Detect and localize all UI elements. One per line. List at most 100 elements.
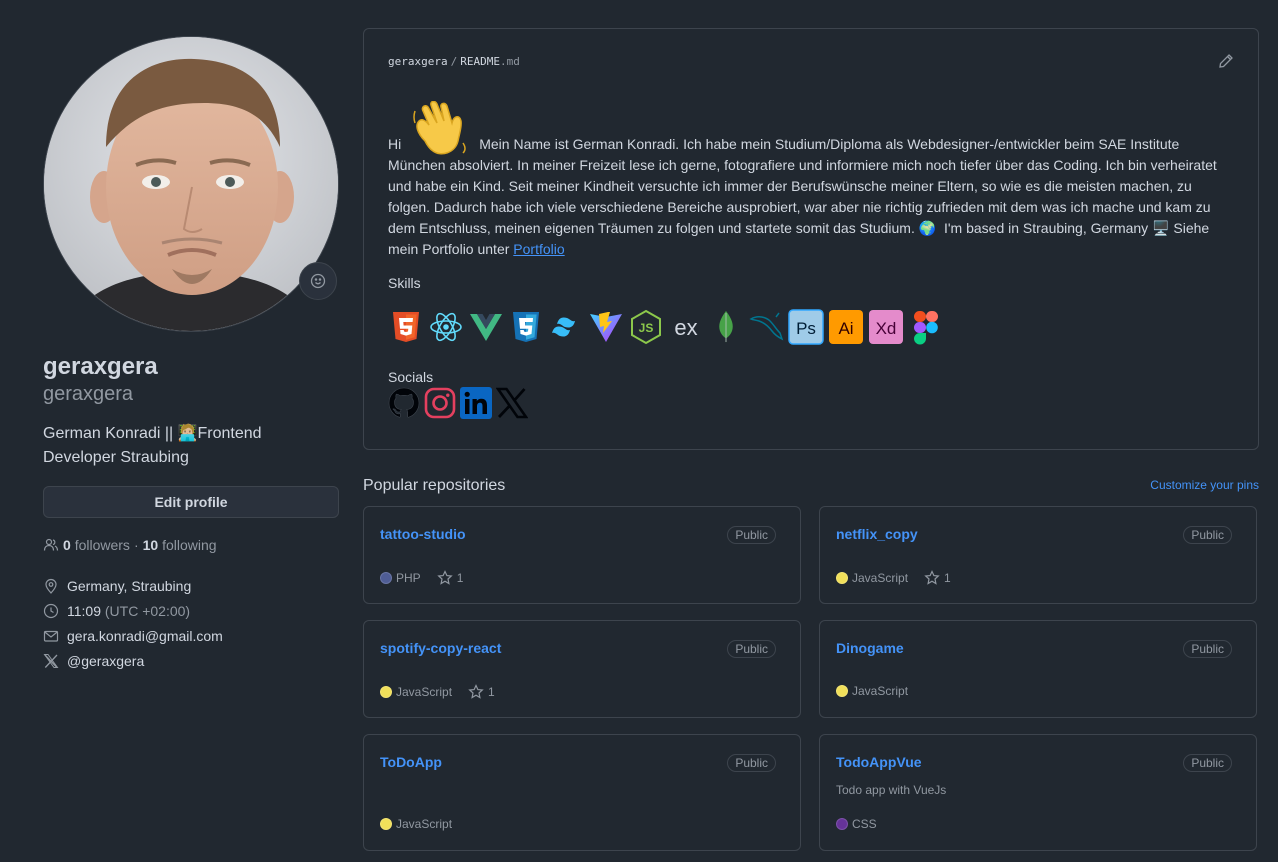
pencil-icon <box>1219 54 1233 68</box>
timezone: (UTC +02:00) <box>104 602 191 619</box>
edit-readme-button[interactable] <box>1218 53 1234 72</box>
profile-readme: geraxgera / README.md Hi Mein Name ist Germ… <box>363 28 1259 450</box>
location-item: Germany, Straubing <box>43 573 339 598</box>
repo-language: JavaScript <box>852 571 909 585</box>
vite-icon[interactable] <box>588 309 624 345</box>
computer-emoji: 🖥️ <box>1152 220 1170 236</box>
profile-fullname: geraxgera <box>43 353 158 380</box>
based-text: I'm based in Straubing, Germany <box>943 220 1149 236</box>
socials-heading: Socials <box>388 369 434 385</box>
clock-icon <box>43 603 59 619</box>
separator-dot: · <box>133 537 139 553</box>
repo-card: tattoo-studio Public PHP 1 <box>363 506 801 604</box>
repo-name-link[interactable]: ToDoApp <box>380 754 442 770</box>
location-text: Germany, Straubing <box>67 577 192 594</box>
skills-heading: Skills <box>388 275 421 291</box>
profile-bio: German Konradi || 🧑🏼‍💻Frontend Developer… <box>43 422 313 470</box>
visibility-badge: Public <box>727 640 776 658</box>
set-status-button[interactable] <box>299 262 337 300</box>
mysql-icon[interactable] <box>748 309 784 345</box>
illustrator-icon[interactable]: Ai <box>828 309 864 345</box>
edit-profile-button[interactable]: Edit profile <box>43 486 339 518</box>
star-count: 1 <box>488 685 495 699</box>
repo-stars-link[interactable]: 1 <box>436 570 464 586</box>
svg-text:JS: JS <box>639 321 654 335</box>
repo-name-link[interactable]: TodoAppVue <box>836 754 922 770</box>
repo-name-link[interactable]: tattoo-studio <box>380 526 466 542</box>
repo-card: Dinogame Public JavaScript <box>819 620 1257 718</box>
star-count: 1 <box>456 571 464 585</box>
repo-meta: JavaScript <box>380 817 452 831</box>
customize-pins-link[interactable]: Customize your pins <box>1150 478 1259 492</box>
following-link[interactable]: 10 following <box>143 537 217 553</box>
css3-icon[interactable] <box>508 309 544 345</box>
path-separator: / <box>450 55 458 68</box>
xd-icon[interactable]: Xd <box>868 309 904 345</box>
tailwind-icon[interactable] <box>548 309 584 345</box>
repo-name-link[interactable]: netflix_copy <box>836 526 918 542</box>
language-color-dot <box>836 818 848 830</box>
readme-intro: Hi Mein Name ist German Konradi. Ich habe… <box>388 99 1228 260</box>
repo-name-link[interactable]: Dinogame <box>836 640 904 656</box>
local-time: 11:09 <box>67 602 101 619</box>
portfolio-link[interactable]: Portfolio <box>513 241 564 257</box>
star-icon <box>924 570 940 585</box>
vue-icon[interactable] <box>468 309 504 345</box>
following-label: following <box>162 537 217 553</box>
react-icon[interactable] <box>428 309 464 345</box>
language-color-dot <box>836 685 848 697</box>
repo-meta: PHP 1 <box>380 570 463 586</box>
repo-language: JavaScript <box>396 685 453 699</box>
socials-list <box>388 387 528 419</box>
svg-text:Ps: Ps <box>796 319 816 338</box>
profile-details: Germany, Straubing 11:09 (UTC +02:00) ge… <box>43 573 339 673</box>
instagram-icon[interactable] <box>424 387 456 419</box>
mongodb-icon[interactable] <box>708 309 744 345</box>
followers-link[interactable]: 0 followers <box>63 537 130 553</box>
profile-sidebar: geraxgera geraxgera German Konradi || 🧑🏼… <box>43 36 339 673</box>
nodejs-icon[interactable]: JS <box>628 309 664 345</box>
waving-hand-icon <box>411 100 471 157</box>
visibility-badge: Public <box>1183 526 1232 544</box>
readme-file-base: README <box>460 55 500 68</box>
repo-stars-link[interactable]: 1 <box>924 570 951 586</box>
repo-card: spotify-copy-react Public JavaScript 1 <box>363 620 801 718</box>
avatar[interactable] <box>43 36 339 332</box>
twitter-link[interactable]: @geraxgera <box>67 653 144 669</box>
visibility-badge: Public <box>727 754 776 772</box>
repo-stars-link[interactable]: 1 <box>468 684 495 700</box>
repo-language: JavaScript <box>396 817 453 831</box>
repo-card: netflix_copy Public JavaScript 1 <box>819 506 1257 604</box>
smiley-icon <box>310 273 326 289</box>
svg-text:Xd: Xd <box>876 319 897 338</box>
repo-description: Todo app with VueJs <box>836 783 947 797</box>
readme-file-ext: .md <box>499 55 520 68</box>
html5-icon[interactable] <box>388 309 424 345</box>
repo-meta: CSS <box>836 817 877 831</box>
repo-name-link[interactable]: spotify-copy-react <box>380 640 501 656</box>
location-pin-icon <box>43 578 59 594</box>
figma-icon[interactable] <box>908 309 944 345</box>
repo-language: CSS <box>852 817 877 831</box>
readme-file-link[interactable]: README.md <box>460 55 520 68</box>
readme-owner-link[interactable]: geraxgera <box>388 55 448 68</box>
email-link[interactable]: gera.konradi@gmail.com <box>67 628 223 644</box>
skills-list: JS ex Ps Ai Xd <box>388 309 944 345</box>
repo-meta: JavaScript 1 <box>836 570 951 586</box>
x-social-icon[interactable] <box>496 387 528 419</box>
followers-label: followers <box>74 537 130 553</box>
language-color-dot <box>380 572 392 584</box>
followers-count: 0 <box>63 537 71 553</box>
language-color-dot <box>380 686 392 698</box>
intro-hi: Hi <box>388 136 402 152</box>
visibility-badge: Public <box>1183 640 1232 658</box>
photoshop-icon[interactable]: Ps <box>788 309 824 345</box>
visibility-badge: Public <box>1183 754 1232 772</box>
star-icon <box>468 684 484 699</box>
language-color-dot <box>380 818 392 830</box>
repo-card: TodoAppVue Public Todo app with VueJs CSS <box>819 734 1257 851</box>
language-color-dot <box>836 572 848 584</box>
express-icon[interactable]: ex <box>668 309 704 345</box>
linkedin-icon[interactable] <box>460 387 492 419</box>
github-icon[interactable] <box>388 387 420 419</box>
